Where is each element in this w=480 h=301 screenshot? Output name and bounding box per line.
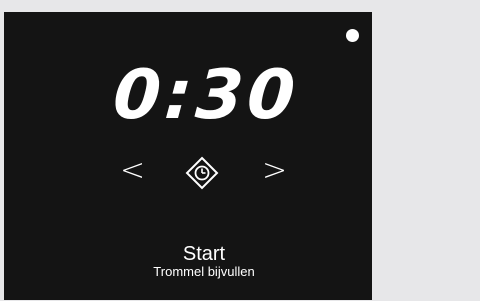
- control-panel: 0:30 < > Start Trommel bijvullen: [4, 12, 372, 300]
- screen: 0:30 < > Start Trommel bijvullen: [0, 0, 480, 301]
- time-display: 0:30: [1, 56, 411, 136]
- timer-button[interactable]: [185, 156, 219, 190]
- start-button[interactable]: Start Trommel bijvullen: [4, 244, 404, 279]
- previous-button[interactable]: <: [120, 156, 145, 186]
- time-value: 0:30: [110, 56, 302, 135]
- status-light-icon: [346, 29, 359, 42]
- start-sublabel: Trommel bijvullen: [153, 264, 255, 279]
- start-label: Start: [182, 243, 226, 265]
- timer-diamond-icon: [185, 156, 219, 190]
- next-button[interactable]: >: [262, 156, 287, 186]
